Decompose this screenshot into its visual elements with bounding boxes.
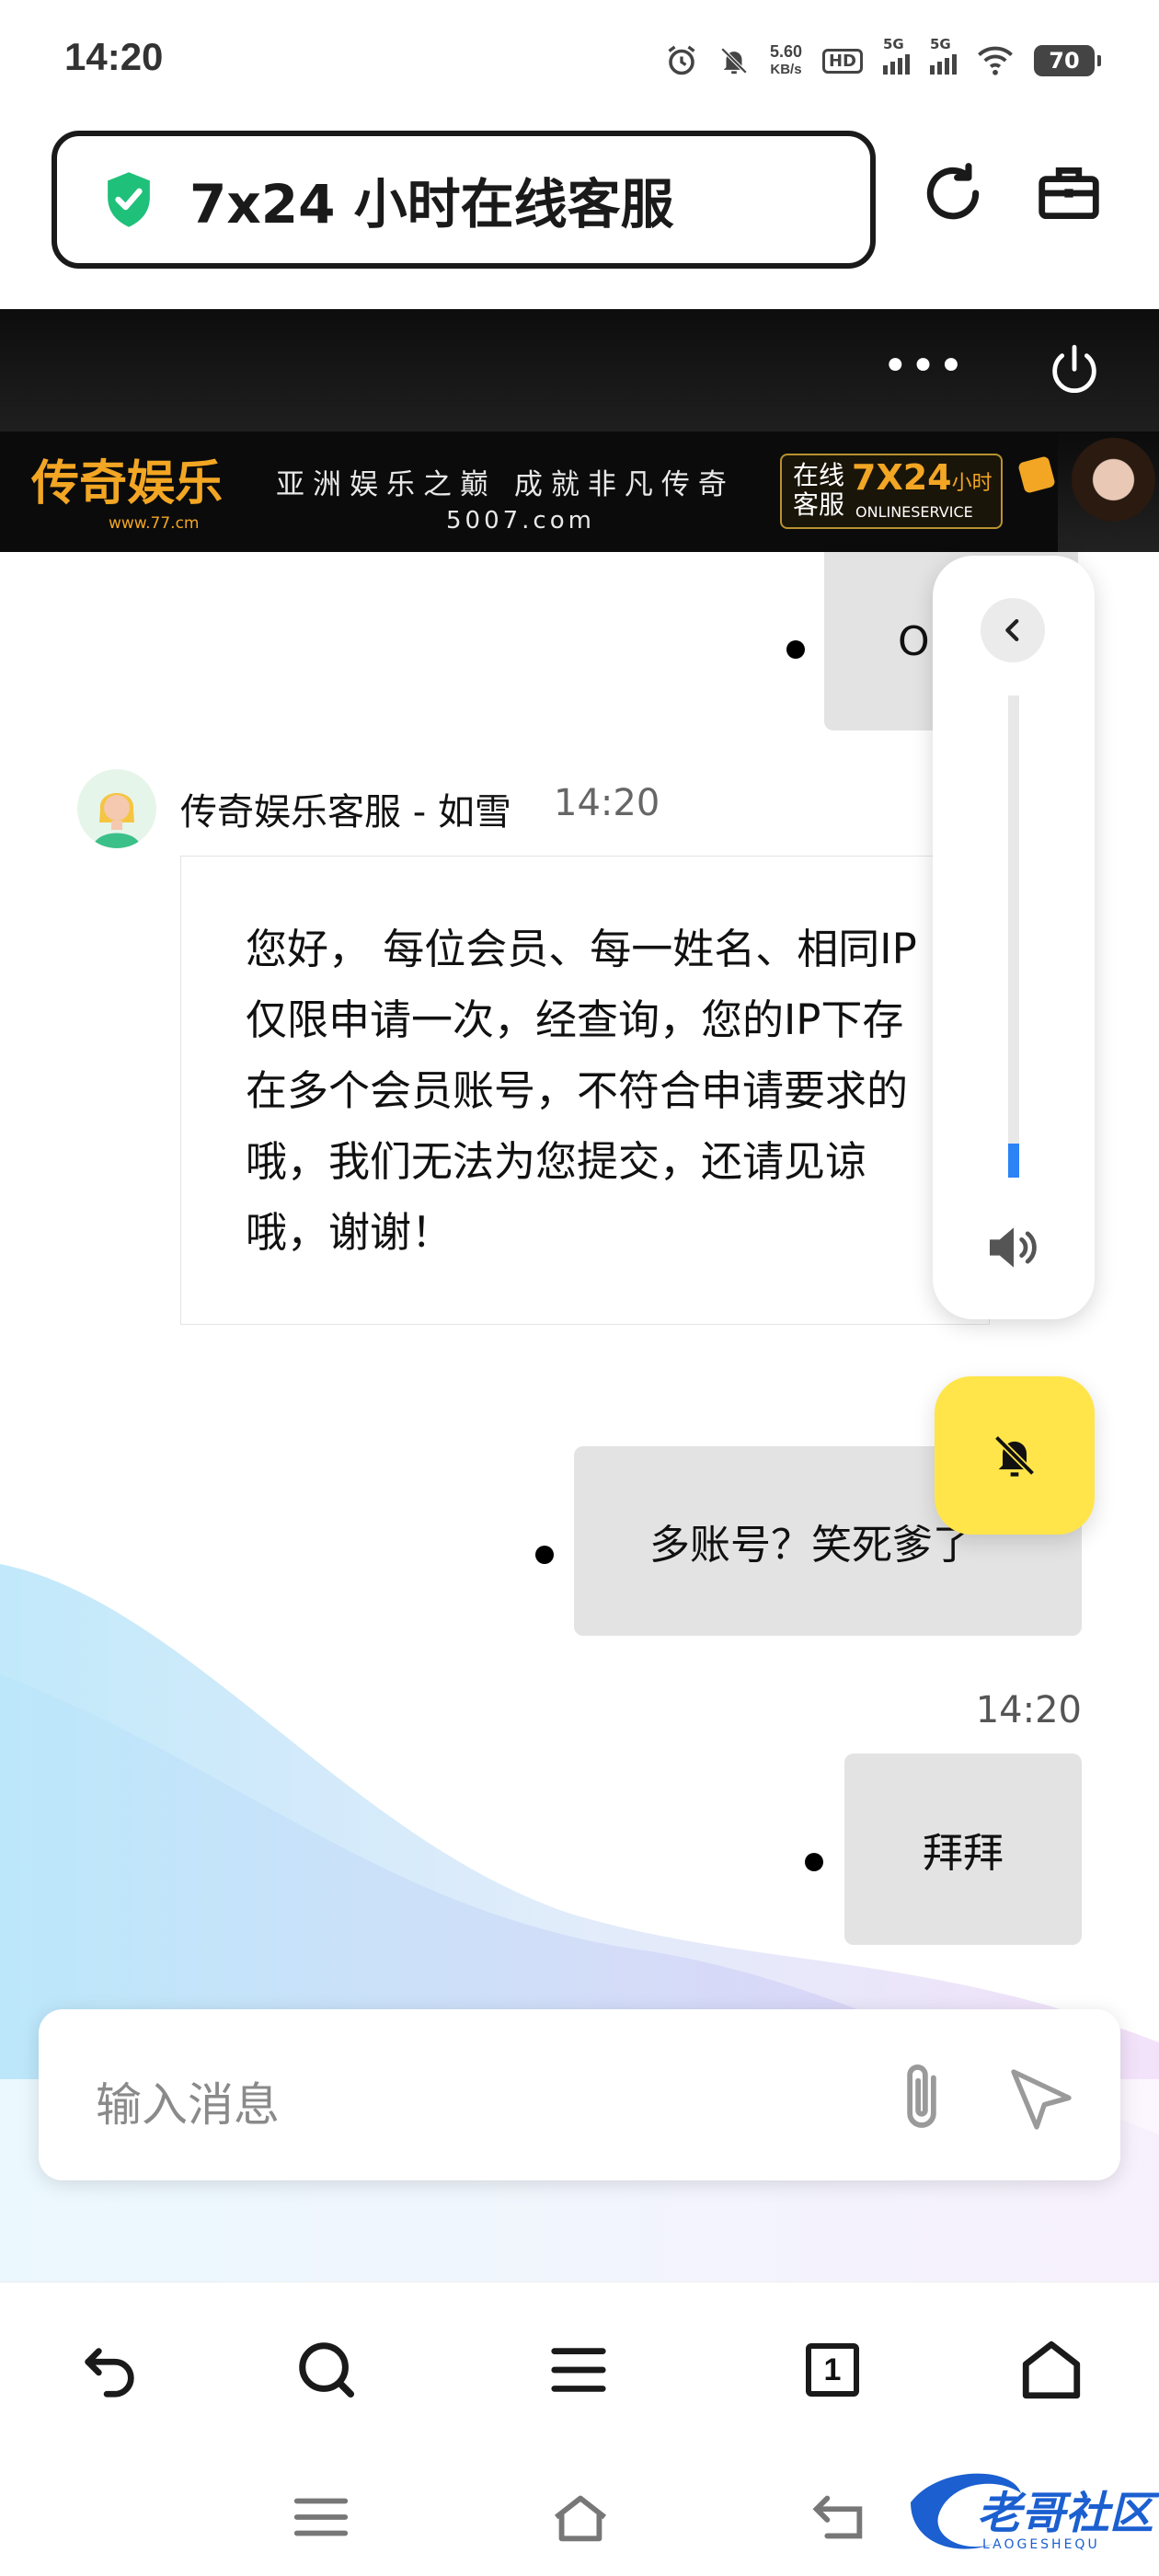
signal-2-icon: 5G (930, 36, 957, 75)
avatar (77, 769, 156, 848)
back-button[interactable] (68, 2329, 151, 2411)
browser-toolbar: 1 (0, 2282, 1159, 2456)
net-speed: 5.60 KB/s (769, 42, 802, 77)
battery-indicator: 70 (1034, 45, 1101, 76)
address-bar[interactable]: 7x24 小时在线客服 (52, 131, 876, 269)
dice-icon (1017, 455, 1056, 494)
shield-check-icon (108, 172, 150, 227)
speaker-icon[interactable] (984, 1224, 1043, 1271)
send-icon[interactable] (1004, 2063, 1078, 2136)
hd-badge: HD (821, 48, 863, 74)
home-icon (1022, 2340, 1081, 2399)
message-input-bar: 输入消息 (39, 2009, 1120, 2180)
home-nav-icon[interactable] (548, 2490, 613, 2545)
signal-1-icon: 5G (883, 36, 910, 75)
page-title: 7x24 小时在线客服 (189, 173, 674, 236)
online-service-badge: 在线客服 7X24小时 ONLINESERVICE (780, 454, 1003, 529)
volume-panel (933, 556, 1095, 1319)
back-nav-icon[interactable] (806, 2490, 870, 2545)
banner-portrait (1058, 431, 1159, 552)
watermark-text: 老哥社区 (977, 2488, 1154, 2539)
incoming-message: 您好， 每位会员、每一姓名、相同IP仅限申请一次，经查询，您的IP下存在多个会员… (180, 856, 990, 1325)
wifi-icon (978, 46, 1013, 75)
message-status-dot (535, 1546, 554, 1564)
volume-slider-fill (1008, 1144, 1019, 1178)
status-time: 14:20 (64, 35, 164, 78)
menu-button[interactable] (537, 2329, 620, 2411)
message-input[interactable]: 输入消息 (96, 2068, 280, 2134)
message-time: 14:20 (975, 1689, 1082, 1731)
chevron-left-icon (1005, 618, 1019, 642)
search-button[interactable] (285, 2329, 368, 2411)
watermark-subtext: LAOGESHEQU (982, 2537, 1100, 2552)
tab-count: 1 (806, 2343, 859, 2397)
toolbox-button[interactable] (1032, 156, 1106, 230)
volume-slider[interactable] (1008, 696, 1019, 1178)
banner-slogan: 亚洲娱乐之巅 成就非凡传奇 (276, 468, 735, 501)
mute-notifications-button[interactable] (935, 1376, 1095, 1535)
mute-icon (720, 47, 748, 75)
bell-off-icon (993, 1434, 1036, 1477)
message-status-dot (805, 1853, 823, 1871)
brand-url: www.77.cm (109, 514, 200, 533)
message-time: 14:20 (554, 782, 660, 824)
message-status-dot (786, 640, 805, 659)
brand-logo: 传奇娱乐 (31, 455, 224, 512)
status-icons: 5.60 KB/s HD 5G 5G 70 (665, 36, 1101, 81)
outgoing-message: 拜拜 (844, 1754, 1082, 1945)
recents-icon[interactable] (289, 2490, 353, 2545)
paperclip-icon[interactable] (885, 2057, 958, 2140)
toolbox-icon (1039, 167, 1099, 220)
promo-banner: 传奇娱乐 www.77.cm 亚洲娱乐之巅 成就非凡传奇 5007.com 在线… (0, 431, 1159, 552)
menu-icon (551, 2348, 606, 2392)
chat-header: ••• (0, 309, 1159, 431)
more-icon[interactable]: ••• (882, 340, 966, 392)
tabs-button[interactable]: 1 (791, 2329, 874, 2411)
power-icon[interactable] (1045, 342, 1104, 401)
alarm-icon (668, 45, 695, 75)
home-button[interactable] (1010, 2329, 1093, 2411)
back-icon (85, 2348, 134, 2398)
banner-url: 5007.com (446, 507, 595, 535)
refresh-icon (926, 163, 980, 220)
refresh-button[interactable] (916, 156, 990, 230)
agent-name: 传奇娱乐客服 - 如雪 (180, 791, 511, 834)
collapse-panel-button[interactable] (981, 598, 1045, 662)
search-icon (299, 2342, 355, 2398)
status-bar: 14:20 5.60 KB/s HD 5G 5G 70 (0, 0, 1159, 120)
